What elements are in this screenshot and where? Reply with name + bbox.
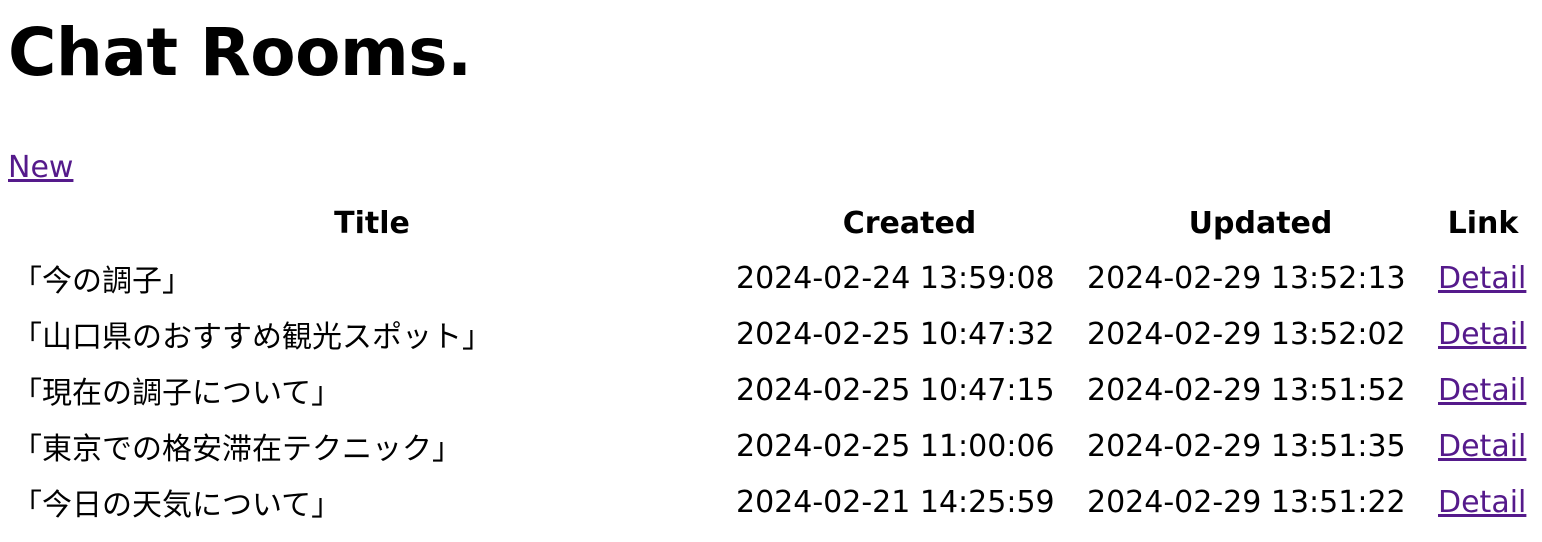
column-header-updated: Updated (1188, 205, 1333, 241)
table-header-row: Title Created Updated Link (12, 196, 1528, 250)
room-title: 「東京での格安滞在テクニック」 (12, 432, 462, 467)
room-created: 2024-02-25 10:47:32 (736, 316, 1055, 352)
table-row: 「山口県のおすすめ観光スポット」 2024-02-25 10:47:32 202… (12, 306, 1528, 362)
room-updated: 2024-02-29 13:52:13 (1087, 260, 1406, 296)
room-created: 2024-02-25 11:00:06 (736, 428, 1055, 464)
new-room-link[interactable]: New (8, 148, 73, 188)
table-row: 「今日の天気について」 2024-02-21 14:25:59 2024-02-… (12, 474, 1528, 530)
room-link-cell: Detail (1438, 418, 1528, 474)
detail-link[interactable]: Detail (1438, 317, 1526, 352)
column-header-link: Link (1447, 205, 1519, 241)
room-link-cell: Detail (1438, 362, 1528, 418)
table-row: 「東京での格安滞在テクニック」 2024-02-25 11:00:06 2024… (12, 418, 1528, 474)
table-row: 「今の調子」 2024-02-24 13:59:08 2024-02-29 13… (12, 250, 1528, 306)
room-title: 「今の調子」 (12, 264, 192, 299)
room-updated: 2024-02-29 13:52:02 (1087, 316, 1406, 352)
room-title: 「今日の天気について」 (12, 488, 342, 523)
room-link-cell: Detail (1438, 306, 1528, 362)
room-created: 2024-02-25 10:47:15 (736, 372, 1055, 408)
chat-rooms-table: Title Created Updated Link 「今の調子」 2024-0… (8, 196, 1532, 530)
room-updated: 2024-02-29 13:51:52 (1087, 372, 1406, 408)
room-created: 2024-02-21 14:25:59 (736, 484, 1055, 520)
room-updated: 2024-02-29 13:51:22 (1087, 484, 1406, 520)
room-title: 「山口県のおすすめ観光スポット」 (12, 320, 492, 355)
room-link-cell: Detail (1438, 474, 1528, 530)
table-row: 「現在の調子について」 2024-02-25 10:47:15 2024-02-… (12, 362, 1528, 418)
column-header-title: Title (334, 205, 410, 241)
column-header-created: Created (842, 205, 977, 241)
room-updated: 2024-02-29 13:51:35 (1087, 428, 1406, 464)
room-link-cell: Detail (1438, 250, 1528, 306)
detail-link[interactable]: Detail (1438, 429, 1526, 464)
detail-link[interactable]: Detail (1438, 373, 1526, 408)
page-title: Chat Rooms. (8, 14, 472, 91)
detail-link[interactable]: Detail (1438, 261, 1526, 296)
detail-link[interactable]: Detail (1438, 485, 1526, 520)
room-title: 「現在の調子について」 (12, 376, 342, 411)
room-created: 2024-02-24 13:59:08 (736, 260, 1055, 296)
